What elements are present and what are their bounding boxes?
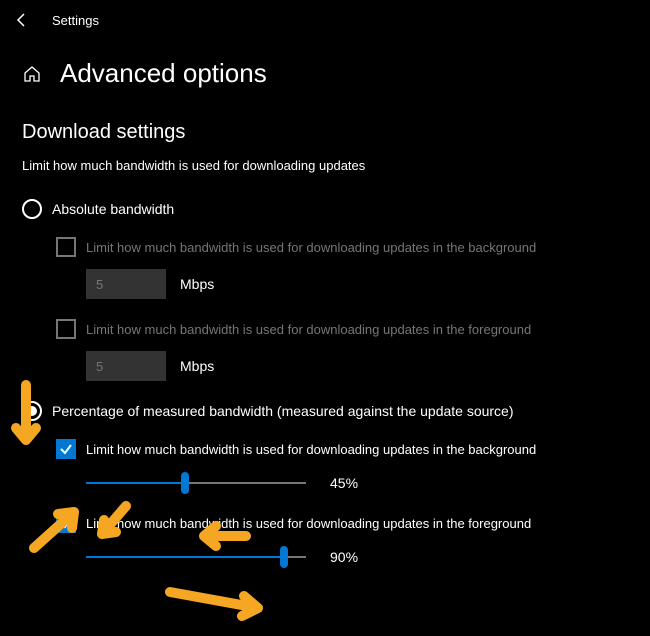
page-header: Advanced options <box>0 40 650 99</box>
absolute-group: Limit how much bandwidth is used for dow… <box>22 237 628 381</box>
absolute-fg-input-row: Mbps <box>56 351 628 381</box>
absolute-bg-input[interactable] <box>86 269 166 299</box>
slider-fg[interactable] <box>86 547 306 567</box>
slider-bg-row: 45% <box>56 473 628 493</box>
slider-fill <box>86 482 185 484</box>
slider-thumb[interactable] <box>181 472 189 494</box>
annotation-arrow-icon <box>162 582 272 622</box>
checkbox-absolute-bg[interactable]: Limit how much bandwidth is used for dow… <box>56 237 628 257</box>
checkbox-icon <box>56 513 76 533</box>
radio-percentage-bandwidth[interactable]: Percentage of measured bandwidth (measur… <box>22 401 628 421</box>
back-icon[interactable] <box>10 8 34 32</box>
checkbox-icon <box>56 319 76 339</box>
home-icon[interactable] <box>22 64 42 84</box>
checkbox-icon <box>56 237 76 257</box>
page-title: Advanced options <box>60 58 267 89</box>
checkbox-icon <box>56 439 76 459</box>
section-desc: Limit how much bandwidth is used for dow… <box>22 158 628 173</box>
absolute-bg-input-row: Mbps <box>56 269 628 299</box>
unit-label: Mbps <box>180 358 214 374</box>
radio-label: Absolute bandwidth <box>52 201 174 217</box>
slider-fill <box>86 556 284 558</box>
title-bar: Settings <box>0 0 650 40</box>
slider-thumb[interactable] <box>280 546 288 568</box>
section-title: Download settings <box>22 121 628 144</box>
checkbox-absolute-fg[interactable]: Limit how much bandwidth is used for dow… <box>56 319 628 339</box>
radio-icon <box>22 199 42 219</box>
radio-label: Percentage of measured bandwidth (measur… <box>52 403 514 419</box>
checkbox-label: Limit how much bandwidth is used for dow… <box>86 516 531 531</box>
percentage-group: Limit how much bandwidth is used for dow… <box>22 439 628 567</box>
checkbox-percentage-bg[interactable]: Limit how much bandwidth is used for dow… <box>56 439 628 459</box>
checkbox-percentage-fg[interactable]: Limit how much bandwidth is used for dow… <box>56 513 628 533</box>
checkbox-label: Limit how much bandwidth is used for dow… <box>86 240 536 255</box>
radio-absolute-bandwidth[interactable]: Absolute bandwidth <box>22 199 628 219</box>
app-title: Settings <box>52 13 99 28</box>
unit-label: Mbps <box>180 276 214 292</box>
checkbox-label: Limit how much bandwidth is used for dow… <box>86 442 536 457</box>
absolute-fg-input[interactable] <box>86 351 166 381</box>
slider-value: 90% <box>330 549 370 565</box>
slider-bg[interactable] <box>86 473 306 493</box>
slider-fg-row: 90% <box>56 547 628 567</box>
content: Download settings Limit how much bandwid… <box>0 99 650 567</box>
radio-icon <box>22 401 42 421</box>
checkbox-label: Limit how much bandwidth is used for dow… <box>86 322 531 337</box>
slider-value: 45% <box>330 475 370 491</box>
